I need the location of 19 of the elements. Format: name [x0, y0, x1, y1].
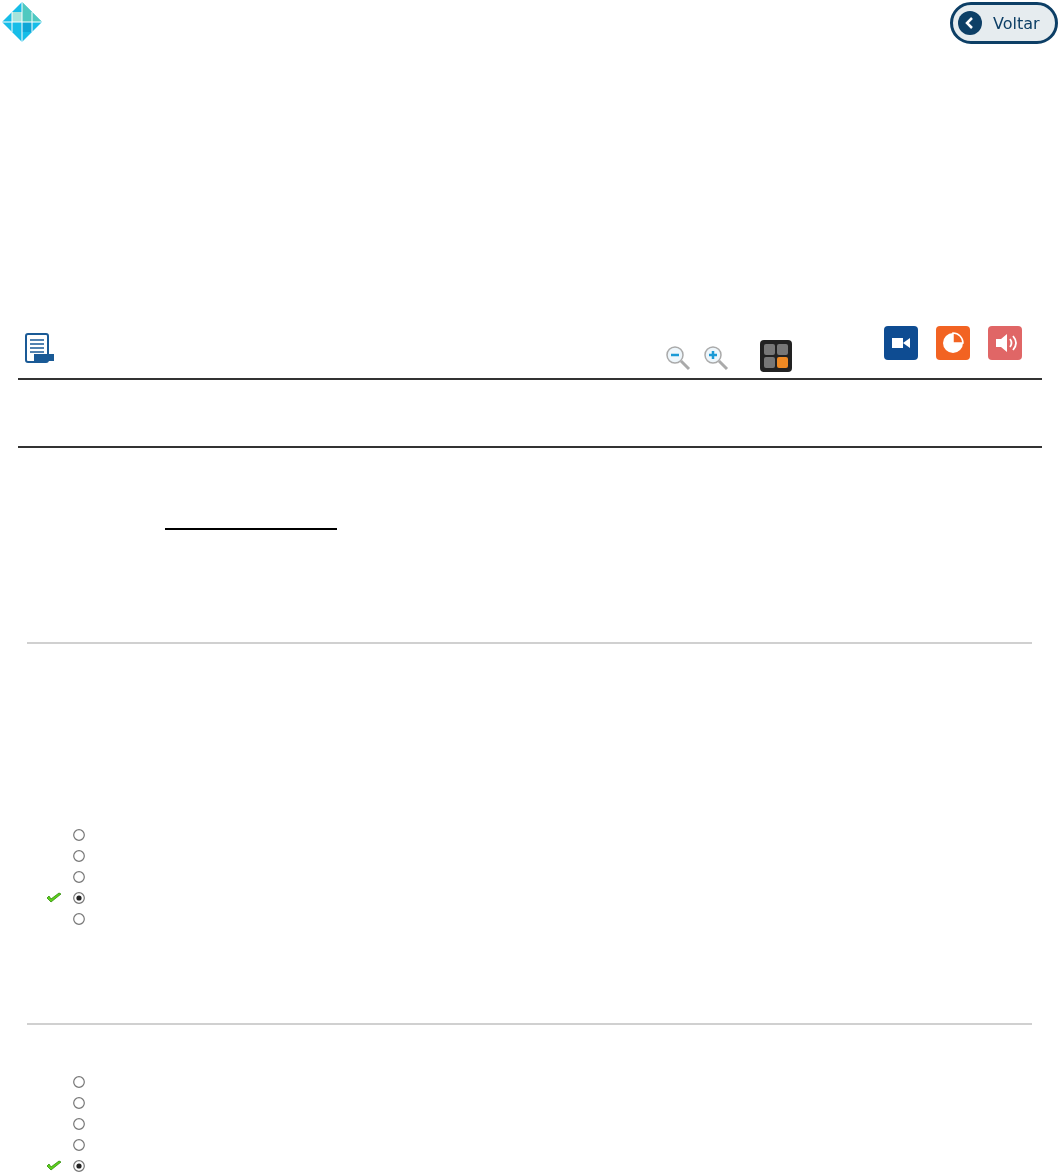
radio-button[interactable]: [73, 1097, 85, 1109]
radio-button[interactable]: [73, 1139, 85, 1151]
video-camera-icon[interactable]: [884, 326, 918, 360]
radio-button[interactable]: [73, 1160, 85, 1172]
back-button[interactable]: Voltar: [950, 2, 1058, 44]
radio-button[interactable]: [73, 1118, 85, 1130]
radio-button[interactable]: [73, 1076, 85, 1088]
radio-button[interactable]: [73, 829, 85, 841]
radio-button[interactable]: [73, 850, 85, 862]
calculator-icon[interactable]: [760, 340, 792, 372]
zoom-out-icon[interactable]: [664, 344, 692, 372]
radio-button[interactable]: [73, 892, 85, 904]
pie-chart-icon[interactable]: [936, 326, 970, 360]
radio-button[interactable]: [73, 913, 85, 925]
speaker-icon[interactable]: [988, 326, 1022, 360]
radio-button[interactable]: [73, 871, 85, 883]
zoom-in-icon[interactable]: [702, 344, 730, 372]
notes-icon[interactable]: [24, 332, 56, 366]
chevron-left-icon: [957, 10, 983, 36]
